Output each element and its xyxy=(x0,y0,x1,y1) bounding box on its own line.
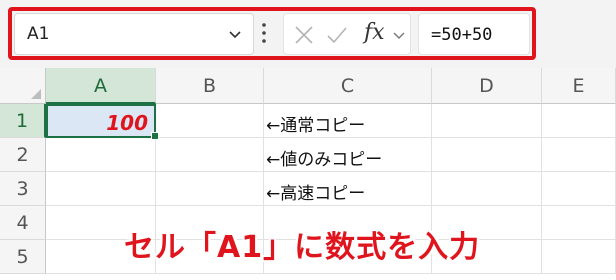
cell[interactable] xyxy=(542,206,616,240)
select-all-corner[interactable] xyxy=(0,68,46,104)
cell[interactable] xyxy=(156,138,264,172)
column-header-c[interactable]: C xyxy=(264,68,432,104)
column-header-a[interactable]: A xyxy=(46,68,156,104)
column-header-d[interactable]: D xyxy=(432,68,542,104)
column-header-b[interactable]: B xyxy=(156,68,264,104)
cell[interactable] xyxy=(46,138,156,172)
note-normal-copy: ←通常コピー xyxy=(266,116,366,136)
highlight-frame xyxy=(8,7,536,60)
fill-handle[interactable] xyxy=(151,132,159,140)
cell[interactable] xyxy=(156,172,264,206)
cell[interactable] xyxy=(542,138,616,172)
row-header-2[interactable]: 2 xyxy=(0,138,46,172)
cell[interactable] xyxy=(542,104,616,138)
column-header-e[interactable]: E xyxy=(542,68,616,104)
cell[interactable] xyxy=(432,172,542,206)
formula-bar: A1 fx =50+50 xyxy=(0,0,616,68)
note-fast-copy: ←高速コピー xyxy=(266,184,366,204)
cell[interactable] xyxy=(542,240,616,274)
row-header-4[interactable]: 4 xyxy=(0,206,46,240)
note-values-only-copy: ←値のみコピー xyxy=(266,150,383,170)
row-header-5[interactable]: 5 xyxy=(0,240,46,274)
row-header-1[interactable]: 1 xyxy=(0,104,46,138)
cell[interactable] xyxy=(46,172,156,206)
cell-a1[interactable]: 100 xyxy=(46,104,156,138)
cell-a1-value: 100 xyxy=(106,111,148,135)
cell[interactable] xyxy=(542,172,616,206)
cell[interactable] xyxy=(432,138,542,172)
instruction-caption: セル「A1」に数式を入力 xyxy=(124,230,481,265)
cell[interactable] xyxy=(432,104,542,138)
cell[interactable] xyxy=(156,104,264,138)
row-header-3[interactable]: 3 xyxy=(0,172,46,206)
